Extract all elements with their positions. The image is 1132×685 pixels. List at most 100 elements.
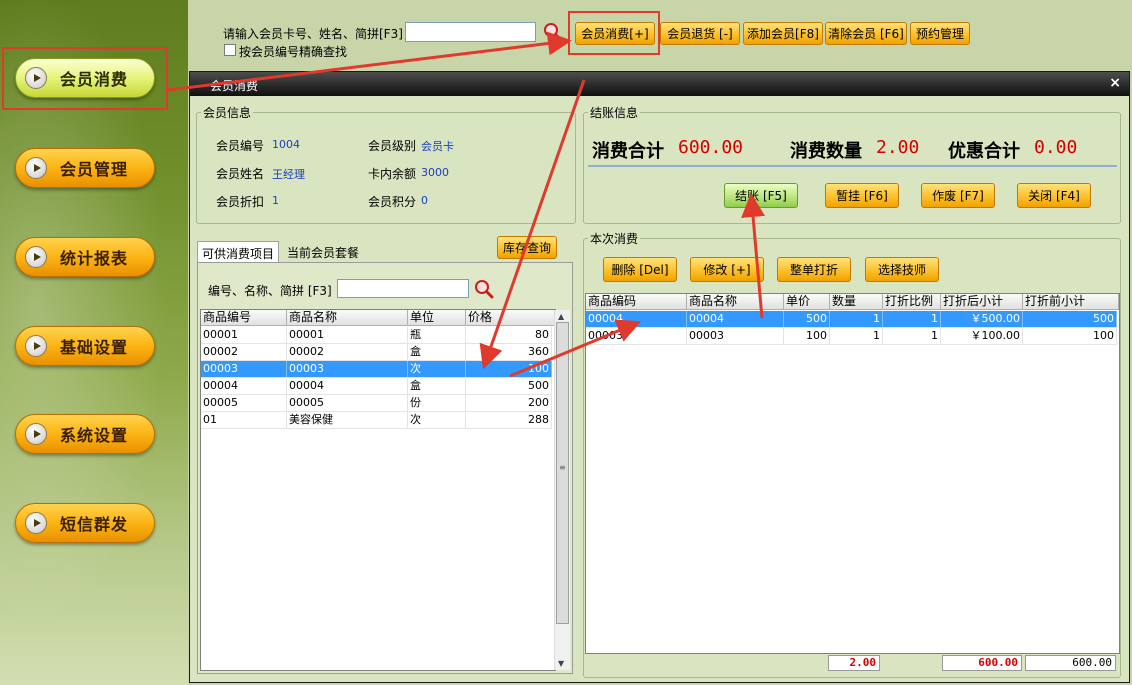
cell-quantity: 1 bbox=[830, 328, 883, 344]
dialog-titlebar[interactable]: 会员消费 × bbox=[190, 72, 1129, 96]
play-icon bbox=[25, 157, 47, 179]
discount-total-label: 优惠合计 bbox=[948, 141, 1020, 162]
member-info-group: 会员信息 会员编号 1004 会员级别 会员卡 会员姓名 王经理 卡内余额 30… bbox=[196, 104, 576, 224]
appointment-button[interactable]: 预约管理 bbox=[910, 22, 970, 45]
tab-available-items[interactable]: 可供消费项目 bbox=[197, 241, 280, 263]
cell-item-code: 00004 bbox=[586, 311, 687, 327]
table-row[interactable]: 00004 00004 盒 500 bbox=[201, 378, 552, 395]
member-search-input[interactable] bbox=[405, 22, 536, 42]
nav-sms-broadcast[interactable]: 短信群发 bbox=[15, 503, 155, 543]
cell-item-code: 00003 bbox=[586, 328, 687, 344]
nav-member-management[interactable]: 会员管理 bbox=[15, 148, 155, 188]
exact-search-label: 按会员编号精确查找 bbox=[239, 45, 348, 59]
checkout-info-title: 结账信息 bbox=[588, 104, 641, 121]
close-button[interactable]: 关闭 [F4] bbox=[1017, 183, 1091, 208]
cell-unit: 份 bbox=[408, 395, 466, 411]
cell-product-name: 00003 bbox=[287, 361, 408, 377]
cell-subtotal-after: ￥500.00 bbox=[941, 311, 1023, 327]
member-search-label: 请输入会员卡号、姓名、简拼[F3] bbox=[223, 27, 403, 41]
suspend-button[interactable]: 暂挂 [F6] bbox=[825, 183, 899, 208]
footer-after-total: 600.00 bbox=[942, 655, 1022, 671]
column-header[interactable]: 打折比例 bbox=[883, 294, 941, 309]
products-scrollbar[interactable]: ▲ ≡ ▼ bbox=[554, 310, 570, 670]
scroll-down-icon[interactable]: ▼ bbox=[558, 659, 564, 668]
tab-member-packages[interactable]: 当前会员套餐 bbox=[283, 241, 363, 263]
table-row-selected[interactable]: 00004 00004 500 1 1 ￥500.00 500 bbox=[586, 311, 1117, 328]
cell-quantity: 1 bbox=[830, 311, 883, 327]
cell-unit-price: 500 bbox=[784, 311, 830, 327]
cell-subtotal-before: 500 bbox=[1023, 311, 1117, 327]
search-icon[interactable] bbox=[543, 22, 563, 42]
play-icon bbox=[25, 246, 47, 268]
nav-basic-settings[interactable]: 基础设置 bbox=[15, 326, 155, 366]
add-member-button[interactable]: 添加会员[F8] bbox=[743, 22, 823, 45]
scroll-thumb[interactable]: ≡ bbox=[556, 322, 569, 624]
table-row[interactable]: 01 美容保健 次 288 bbox=[201, 412, 552, 429]
nav-reports[interactable]: 统计报表 bbox=[15, 237, 155, 277]
divider bbox=[588, 165, 1117, 167]
checkout-info-group: 结账信息 消费合计 600.00 消费数量 2.00 优惠合计 0.00 结账 … bbox=[583, 104, 1121, 224]
cell-product-name: 00005 bbox=[287, 395, 408, 411]
column-header[interactable]: 商品编号 bbox=[201, 310, 287, 325]
cell-subtotal-after: ￥100.00 bbox=[941, 328, 1023, 344]
cell-unit: 次 bbox=[408, 361, 466, 377]
play-icon bbox=[25, 512, 47, 534]
cell-price: 100 bbox=[466, 361, 552, 377]
table-row[interactable]: 00002 00002 盒 360 bbox=[201, 344, 552, 361]
table-row[interactable]: 00005 00005 份 200 bbox=[201, 395, 552, 412]
modify-button[interactable]: 修改 [+] bbox=[690, 257, 764, 282]
scroll-up-icon[interactable]: ▲ bbox=[558, 312, 564, 321]
column-header[interactable]: 价格 bbox=[466, 310, 555, 325]
current-consumption-title: 本次消费 bbox=[588, 230, 641, 247]
dialog-title: 会员消费 bbox=[210, 79, 259, 93]
clear-member-button[interactable]: 清除会员 [F6] bbox=[825, 22, 907, 45]
product-search-input[interactable] bbox=[337, 279, 469, 298]
cell-product-code: 00002 bbox=[201, 344, 287, 360]
table-row[interactable]: 00003 00003 100 1 1 ￥100.00 100 bbox=[586, 328, 1117, 345]
card-balance-value: 3000 bbox=[421, 166, 449, 179]
total-qty-value: 2.00 bbox=[876, 137, 920, 158]
column-header[interactable]: 打折后小计 bbox=[941, 294, 1023, 309]
checkout-button[interactable]: 结账 [F5] bbox=[724, 183, 798, 208]
table-row[interactable]: 00001 00001 瓶 80 bbox=[201, 327, 552, 344]
member-level-label: 会员级别 bbox=[368, 139, 417, 153]
column-header[interactable]: 打折前小计 bbox=[1023, 294, 1119, 309]
member-name-value: 王经理 bbox=[272, 168, 305, 181]
void-button[interactable]: 作废 [F7] bbox=[921, 183, 995, 208]
member-name-label: 会员姓名 bbox=[216, 167, 265, 181]
member-info-title: 会员信息 bbox=[201, 104, 254, 121]
cell-product-name: 00002 bbox=[287, 344, 408, 360]
product-search-label: 编号、名称、简拼 [F3] bbox=[208, 284, 332, 298]
cell-product-code: 00004 bbox=[201, 378, 287, 394]
search-icon[interactable] bbox=[474, 279, 494, 299]
total-amount-label: 消费合计 bbox=[592, 141, 664, 162]
scroll-grip-icon: ≡ bbox=[559, 463, 566, 472]
nav-system-settings[interactable]: 系统设置 bbox=[15, 414, 155, 454]
column-header[interactable]: 单价 bbox=[784, 294, 830, 309]
footer-before-total: 600.00 bbox=[1025, 655, 1116, 671]
member-points-label: 会员积分 bbox=[368, 195, 417, 209]
table-row-selected[interactable]: 00003 00003 次 100 bbox=[201, 361, 552, 378]
select-technician-button[interactable]: 选择技师 bbox=[865, 257, 939, 282]
cell-discount-rate: 1 bbox=[883, 328, 941, 344]
member-discount-value: 1 bbox=[272, 194, 279, 207]
column-header[interactable]: 数量 bbox=[830, 294, 883, 309]
cell-product-name: 00004 bbox=[287, 378, 408, 394]
total-amount-value: 600.00 bbox=[678, 137, 744, 158]
column-header[interactable]: 商品名称 bbox=[287, 310, 408, 325]
member-id-value: 1004 bbox=[272, 138, 300, 151]
stock-query-button[interactable]: 库存查询 bbox=[497, 236, 557, 259]
cell-price: 500 bbox=[466, 378, 552, 394]
total-qty-label: 消费数量 bbox=[790, 141, 862, 162]
column-header[interactable]: 单位 bbox=[408, 310, 466, 325]
member-discount-label: 会员折扣 bbox=[216, 195, 265, 209]
column-header[interactable]: 商品名称 bbox=[687, 294, 784, 309]
close-icon[interactable]: × bbox=[1109, 75, 1121, 91]
play-icon bbox=[25, 335, 47, 357]
order-discount-button[interactable]: 整单打折 bbox=[777, 257, 851, 282]
member-return-button[interactable]: 会员退货 [-] bbox=[660, 22, 740, 45]
column-header[interactable]: 商品编码 bbox=[586, 294, 687, 309]
member-id-label: 会员编号 bbox=[216, 139, 265, 153]
delete-button[interactable]: 删除 [Del] bbox=[603, 257, 677, 282]
exact-search-checkbox[interactable] bbox=[224, 44, 236, 56]
